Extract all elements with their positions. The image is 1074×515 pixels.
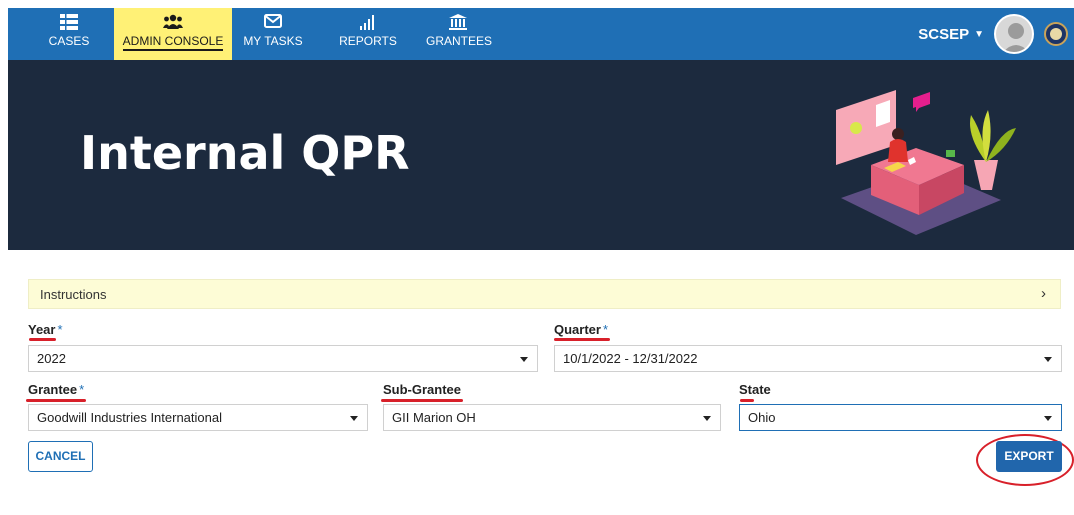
nav-my-tasks[interactable]: MY TASKS: [242, 8, 304, 60]
cancel-button[interactable]: CANCEL: [28, 441, 93, 472]
caret-down-icon: [703, 416, 711, 421]
seal-logo: [1044, 22, 1068, 46]
nav-cases[interactable]: CASES: [44, 8, 94, 60]
caret-down-icon: [350, 416, 358, 421]
user-menu: SCSEP ▼: [918, 8, 1068, 60]
annotation-underline: [29, 338, 56, 341]
grantee-select-value: Goodwill Industries International: [37, 410, 222, 425]
year-select[interactable]: 2022: [28, 345, 538, 372]
state-select[interactable]: Ohio: [739, 404, 1062, 431]
list-icon: [44, 8, 94, 32]
page-title: Internal QPR: [80, 126, 410, 180]
grantee-select[interactable]: Goodwill Industries International: [28, 404, 368, 431]
instructions-accordion[interactable]: Instructions ›: [28, 279, 1061, 309]
caret-down-icon: [1044, 416, 1052, 421]
annotation-underline: [554, 338, 610, 341]
quarter-select[interactable]: 10/1/2022 - 12/31/2022: [554, 345, 1062, 372]
nav-grantees[interactable]: GRANTEES: [426, 8, 493, 60]
bank-icon: [426, 8, 490, 32]
annotation-underline: [740, 399, 754, 402]
quarter-select-value: 10/1/2022 - 12/31/2022: [563, 351, 698, 366]
bar-signal-icon: [338, 8, 398, 32]
user-name: SCSEP: [918, 25, 970, 43]
sub-grantee-select[interactable]: GII Marion OH: [383, 404, 721, 431]
chevron-right-icon: ›: [1041, 285, 1046, 302]
office-illustration: [836, 90, 1016, 235]
export-button[interactable]: EXPORT: [996, 441, 1062, 472]
sub-grantee-select-value: GII Marion OH: [392, 410, 476, 425]
caret-down-icon: [1044, 357, 1052, 362]
avatar[interactable]: [994, 14, 1034, 54]
sub-grantee-label: Sub-Grantee: [383, 382, 462, 397]
envelope-icon: [242, 8, 304, 32]
quarter-label: Quarter *: [554, 322, 609, 337]
year-label: Year *: [28, 322, 63, 337]
hero-banner: Internal QPR: [8, 60, 1074, 250]
nav-reports[interactable]: REPORTS: [338, 8, 398, 60]
nav-reports-label: REPORTS: [339, 34, 397, 48]
grantee-label: Grantee *: [28, 382, 85, 397]
year-select-value: 2022: [37, 351, 66, 366]
state-select-value: Ohio: [748, 410, 776, 425]
annotation-underline: [381, 399, 463, 402]
state-label: State: [739, 382, 771, 397]
nav-grantees-label: GRANTEES: [426, 34, 493, 48]
instructions-label: Instructions: [40, 287, 107, 302]
caret-down-icon: ▼: [974, 28, 984, 40]
nav-admin-console[interactable]: ADMIN CONSOLE: [114, 8, 232, 60]
nav-my-tasks-label: MY TASKS: [243, 34, 303, 48]
nav-admin-console-label: ADMIN CONSOLE: [122, 34, 224, 51]
annotation-underline: [26, 399, 86, 402]
users-icon: [114, 8, 232, 32]
user-menu-toggle[interactable]: SCSEP ▼: [918, 26, 984, 43]
top-navbar: CASES ADMIN CONSOLE MY TASKS REPORTS GRA…: [8, 8, 1074, 60]
caret-down-icon: [520, 357, 528, 362]
nav-cases-label: CASES: [48, 34, 90, 48]
